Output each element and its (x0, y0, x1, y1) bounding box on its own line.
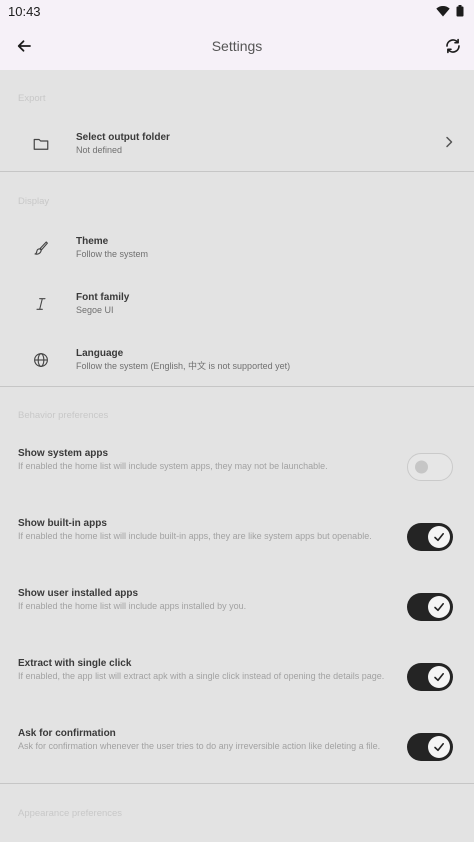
check-icon (434, 743, 444, 752)
toggle-knob (428, 666, 450, 688)
section-header-appearance: Appearance preferences (18, 808, 123, 819)
section-divider (0, 386, 474, 387)
item-title: Font family (76, 292, 130, 303)
section-divider (0, 783, 474, 784)
item-texts: Language Follow the system (English, 中文 … (76, 347, 290, 373)
show-built-in-apps-item: Show built-in apps If enabled the home l… (0, 502, 474, 572)
item-texts: Show system apps If enabled the home lis… (18, 447, 388, 473)
item-title: Show user installed apps (18, 588, 139, 599)
item-subtitle: Ask for confirmation whenever the user t… (18, 741, 381, 751)
item-texts: Theme Follow the system (76, 235, 148, 261)
toggle-knob (428, 596, 450, 618)
item-subtitle: Follow the system (76, 249, 149, 259)
item-title: Show built-in apps (18, 518, 107, 529)
check-icon (434, 533, 444, 542)
item-texts: Extract with single click If enabled, th… (18, 657, 388, 683)
language-item[interactable]: Language Follow the system (English, 中文 … (0, 332, 474, 388)
toggle-knob (428, 736, 450, 758)
refresh-icon (446, 38, 460, 54)
item-title: Ask for confirmation (18, 728, 116, 739)
app-bar: Settings (0, 22, 474, 70)
status-time: 10:43 (8, 3, 41, 19)
item-texts: Ask for confirmation Ask for confirmatio… (18, 727, 388, 753)
font-family-item[interactable]: Font family Segoe UI (0, 276, 474, 332)
show-built-in-apps-toggle[interactable] (407, 523, 453, 551)
section-header-behavior: Behavior preferences (18, 410, 109, 421)
arrow-back-icon (17, 40, 31, 52)
item-title: Extract with single click (18, 658, 132, 669)
item-title: Select output folder (76, 132, 170, 143)
select-output-folder-item[interactable]: Select output folder Not defined (0, 116, 474, 172)
section-header-export: Export (18, 93, 46, 104)
folder-icon (31, 134, 51, 154)
check-icon (434, 603, 444, 612)
italic-icon (31, 294, 51, 314)
ask-confirmation-toggle[interactable] (407, 733, 453, 761)
refresh-button[interactable] (441, 34, 465, 58)
section-divider (0, 171, 474, 172)
show-user-installed-apps-item: Show user installed apps If enabled the … (0, 572, 474, 642)
show-system-apps-toggle[interactable] (407, 453, 453, 481)
toggle-knob (428, 526, 450, 548)
section-header-display: Display (18, 196, 50, 207)
back-button[interactable] (12, 34, 36, 58)
status-icons (436, 5, 464, 17)
brush-icon (31, 238, 51, 258)
wifi-icon (436, 6, 450, 17)
item-subtitle: Not defined (76, 145, 123, 155)
toggle-knob (415, 460, 428, 474)
extract-single-click-toggle[interactable] (407, 663, 453, 691)
item-texts: Font family Segoe UI (76, 291, 129, 317)
extract-single-click-item: Extract with single click If enabled, th… (0, 642, 474, 712)
item-subtitle: If enabled the home list will include ap… (18, 601, 247, 611)
item-subtitle: Segoe UI (76, 305, 114, 315)
item-texts: Show built-in apps If enabled the home l… (18, 517, 388, 543)
chevron-right-icon (444, 135, 454, 153)
show-system-apps-item: Show system apps If enabled the home lis… (0, 432, 474, 502)
item-subtitle: Follow the system (English, 中文 is not su… (76, 361, 291, 371)
status-bar: 10:43 (0, 0, 474, 22)
item-title: Language (76, 348, 124, 359)
item-title: Show system apps (18, 448, 109, 459)
ask-confirmation-item: Ask for confirmation Ask for confirmatio… (0, 712, 474, 782)
page-title: Settings (211, 38, 263, 54)
globe-icon (31, 350, 51, 370)
battery-icon (456, 5, 464, 17)
check-icon (434, 673, 444, 682)
theme-item[interactable]: Theme Follow the system (0, 220, 474, 276)
item-subtitle: If enabled the home list will include sy… (18, 461, 328, 471)
item-subtitle: If enabled, the app list will extract ap… (18, 671, 385, 681)
show-user-installed-apps-toggle[interactable] (407, 593, 453, 621)
item-texts: Select output folder Not defined (76, 131, 170, 157)
item-texts: Show user installed apps If enabled the … (18, 587, 388, 613)
item-title: Theme (76, 236, 109, 247)
item-subtitle: If enabled the home list will include bu… (18, 531, 372, 541)
